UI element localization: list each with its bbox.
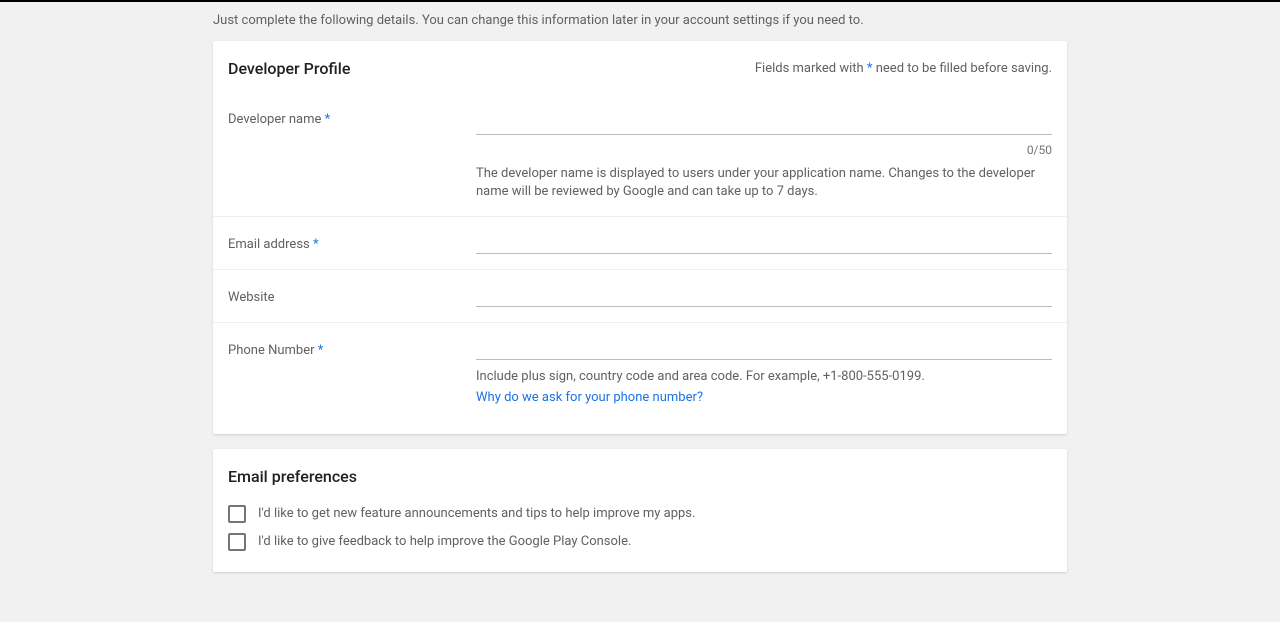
intro-text: Just complete the following details. You… (213, 2, 1067, 41)
website-row: Website (213, 270, 1067, 323)
asterisk-icon: * (313, 237, 319, 252)
phone-label: Phone Number * (228, 323, 476, 419)
developer-name-label: Developer name * (228, 98, 476, 216)
phone-info-link[interactable]: Why do we ask for your phone number? (476, 390, 703, 405)
email-prefs-title: Email preferences (228, 467, 1052, 486)
main-container: Just complete the following details. You… (213, 2, 1067, 572)
checkbox-feedback[interactable] (228, 533, 246, 551)
checkbox-announcements-label: I'd like to get new feature announcement… (258, 506, 695, 521)
website-input[interactable] (476, 285, 1052, 307)
checkbox-announcements[interactable] (228, 505, 246, 523)
email-row: Email address * (213, 217, 1067, 270)
char-counter: 0/50 (476, 135, 1052, 157)
email-pref-row-2: I'd like to give feedback to help improv… (228, 528, 1052, 556)
developer-name-row: Developer name * 0/50 The developer name… (213, 92, 1067, 217)
developer-name-input[interactable] (476, 113, 1052, 135)
phone-row: Phone Number * Include plus sign, countr… (213, 323, 1067, 433)
phone-input[interactable] (476, 338, 1052, 360)
phone-helper: Include plus sign, country code and area… (476, 360, 1052, 386)
developer-profile-card: Developer Profile Fields marked with * n… (213, 41, 1067, 434)
asterisk-icon: * (867, 61, 876, 76)
website-label: Website (228, 270, 476, 322)
asterisk-icon: * (318, 343, 324, 358)
profile-title: Developer Profile (228, 59, 350, 78)
email-pref-row-1: I'd like to get new feature announcement… (228, 500, 1052, 528)
checkbox-feedback-label: I'd like to give feedback to help improv… (258, 534, 631, 549)
email-label: Email address * (228, 217, 476, 269)
developer-name-helper: The developer name is displayed to users… (476, 157, 1052, 201)
card-header: Developer Profile Fields marked with * n… (213, 41, 1067, 92)
email-input[interactable] (476, 232, 1052, 254)
required-fields-note: Fields marked with * need to be filled b… (755, 61, 1052, 76)
email-preferences-card: Email preferences I'd like to get new fe… (213, 449, 1067, 572)
asterisk-icon: * (325, 112, 331, 127)
